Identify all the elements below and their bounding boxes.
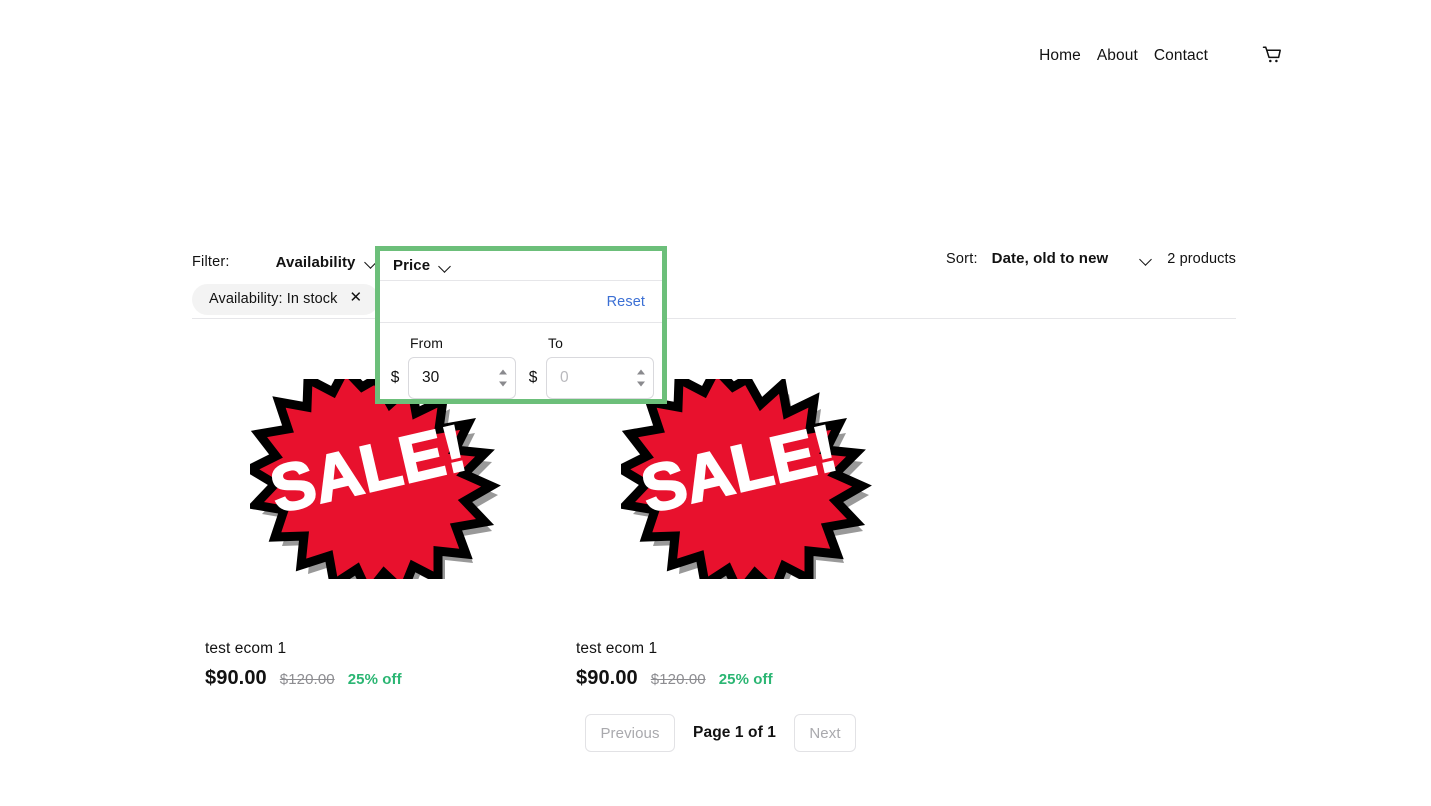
- filter-label: Filter:: [192, 254, 230, 270]
- facet-availability-label: Availability: [275, 253, 356, 271]
- pagination: Previous Page 1 of 1 Next: [0, 714, 1431, 752]
- price-to-input[interactable]: [546, 357, 654, 399]
- product-title[interactable]: test ecom 1: [576, 640, 934, 658]
- price-to-label: To: [548, 335, 563, 351]
- product-price: $90.00: [576, 667, 638, 689]
- price-from-label: From: [410, 335, 444, 351]
- price-to-row: $: [526, 357, 654, 399]
- sort-selected-value: Date, old to new: [991, 250, 1109, 267]
- product-price: $90.00: [205, 667, 267, 689]
- price-to-field: To $: [526, 335, 654, 399]
- price-filter-panel: Price Reset From $ 30 To $ 0: [380, 251, 662, 399]
- chevron-down-icon: [439, 262, 452, 270]
- facet-price-label: Price: [393, 257, 431, 275]
- sort-label: Sort:: [946, 250, 978, 267]
- sale-burst-image: SALE!: [249, 379, 501, 579]
- price-from-input[interactable]: [408, 357, 516, 399]
- facets-divider: [192, 318, 1236, 319]
- product-compare-at-price: $120.00: [650, 671, 706, 688]
- price-reset-row: Reset: [380, 281, 662, 323]
- close-icon[interactable]: ✕: [349, 290, 362, 305]
- price-from-input-wrap: [408, 357, 516, 399]
- product-compare-at-price: $120.00: [279, 671, 335, 688]
- product-discount-badge: 25% off: [347, 671, 402, 688]
- chevron-down-icon: [1140, 255, 1153, 263]
- active-filter-chip-label: Availability: In stock: [209, 290, 338, 307]
- page-root: Home About Contact Filter: Availability …: [0, 0, 1431, 806]
- product-info: test ecom 1 $90.00 $120.00 25% off: [192, 618, 563, 690]
- price-from-row: $: [388, 357, 516, 399]
- sort-select[interactable]: Date, old to new: [992, 250, 1154, 267]
- pagination-next-button[interactable]: Next: [793, 714, 856, 752]
- product-info: test ecom 1 $90.00 $120.00 25% off: [563, 618, 934, 690]
- product-grid: SALE! test ecom 1 $90.00 $120.00 25% off: [192, 340, 1236, 690]
- product-title[interactable]: test ecom 1: [205, 640, 563, 658]
- active-filters-row: Availability: In stock ✕: [192, 282, 1236, 316]
- price-to-input-wrap: [546, 357, 654, 399]
- product-price-row: $90.00 $120.00 25% off: [205, 667, 563, 690]
- pagination-page-indicator: Page 1 of 1: [693, 724, 776, 741]
- active-filter-chip-availability[interactable]: Availability: In stock ✕: [192, 283, 380, 315]
- product-price-row: $90.00 $120.00 25% off: [576, 667, 934, 690]
- price-to-currency: $: [528, 369, 538, 386]
- collection-section: Filter: Availability Availability: In st…: [0, 0, 1431, 806]
- sort-controls: Sort: Date, old to new 2 products: [946, 250, 1236, 267]
- price-range-fields: From $ To $: [380, 323, 662, 399]
- facet-price-toggle[interactable]: Price: [380, 251, 662, 282]
- product-count: 2 products: [1167, 250, 1236, 267]
- sale-burst-image: SALE!: [620, 379, 872, 579]
- product-discount-badge: 25% off: [718, 671, 773, 688]
- price-from-currency: $: [390, 369, 400, 386]
- pagination-previous-button[interactable]: Previous: [585, 714, 676, 752]
- price-reset-link[interactable]: Reset: [607, 294, 645, 310]
- price-from-field: From $: [388, 335, 516, 399]
- price-filter-highlight: Price Reset From $ 30 To $ 0: [375, 246, 667, 404]
- facet-availability[interactable]: Availability: [274, 252, 380, 273]
